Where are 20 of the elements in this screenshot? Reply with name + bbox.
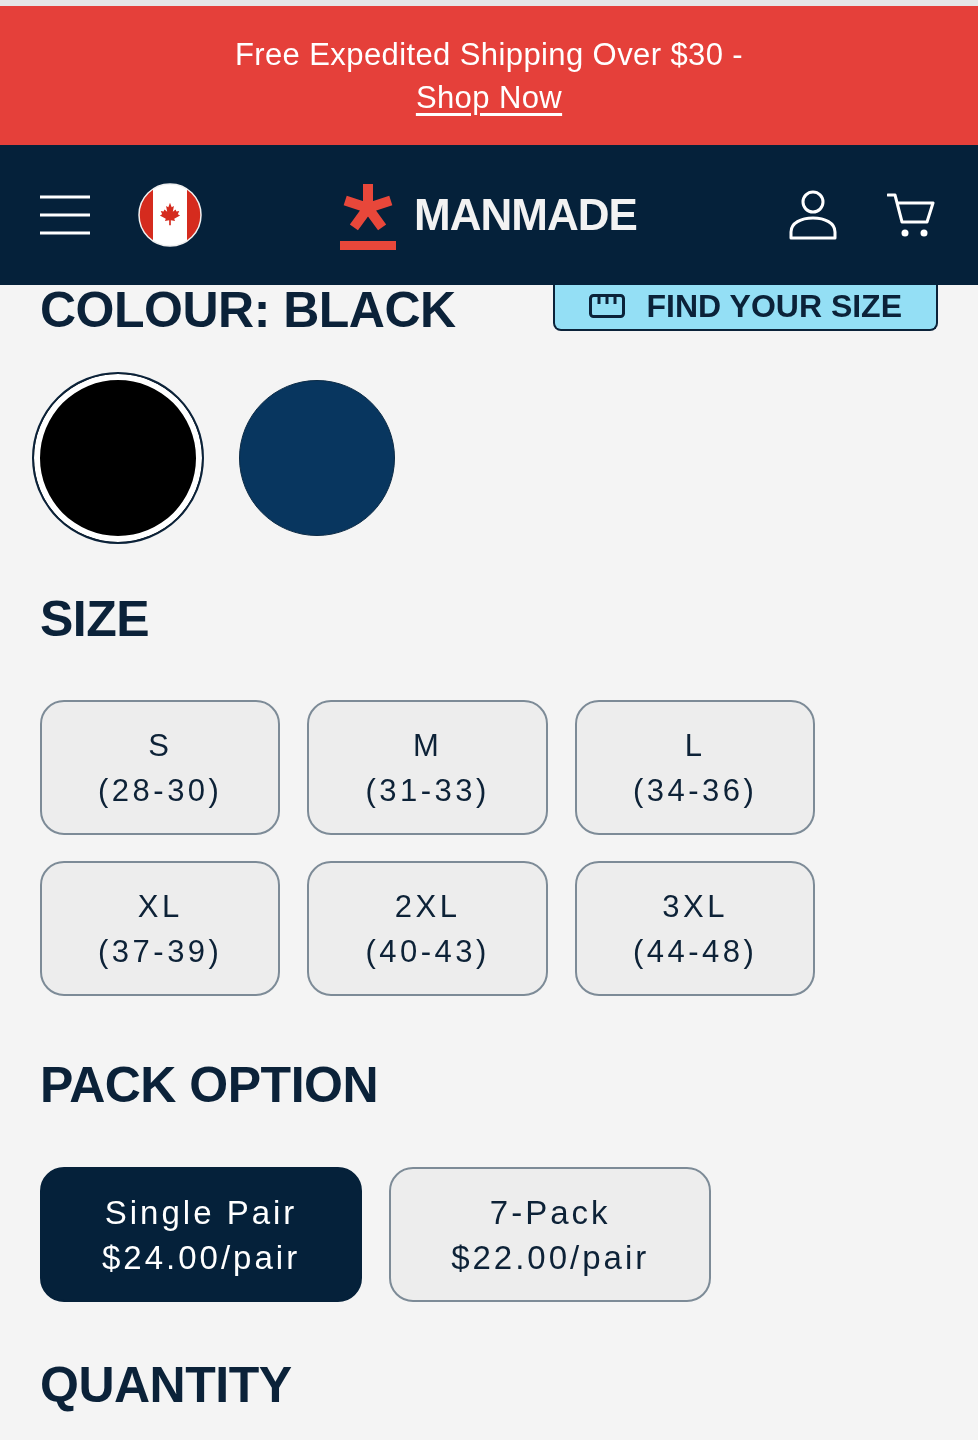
- pack-option-button[interactable]: Single Pair $24.00/pair: [40, 1167, 363, 1302]
- colour-heading: COLOUR: BLACK: [40, 285, 456, 335]
- size-heading: SIZE: [40, 594, 151, 644]
- cart-icon[interactable]: [887, 191, 935, 239]
- quantity-heading: QUANTITY: [40, 1360, 293, 1410]
- size-option-button[interactable]: XL (37-39): [40, 861, 281, 996]
- size-option-button[interactable]: L (34-36): [574, 700, 816, 835]
- size-option-button[interactable]: M (31-33): [307, 700, 548, 835]
- size-option-button[interactable]: 3XL (44-48): [574, 861, 816, 996]
- menu-icon[interactable]: [40, 194, 90, 236]
- user-icon[interactable]: [789, 190, 837, 240]
- size-option-button[interactable]: S (28-30): [40, 700, 281, 835]
- find-your-size-button[interactable]: FIND YOUR SIZE: [552, 285, 938, 331]
- ruler-icon: [588, 294, 625, 318]
- logo-link[interactable]: MANMADE: [340, 180, 637, 250]
- pack-option-button[interactable]: 7-Pack $22.00/pair: [389, 1167, 712, 1302]
- shop-now-link[interactable]: Shop Now: [415, 80, 563, 115]
- promo-text: Free Expedited Shipping Over $30 - Shop Now: [233, 36, 745, 117]
- size-option-button[interactable]: 2XL (40-43): [307, 861, 548, 996]
- pack-option-heading: PACK OPTION: [40, 1060, 380, 1110]
